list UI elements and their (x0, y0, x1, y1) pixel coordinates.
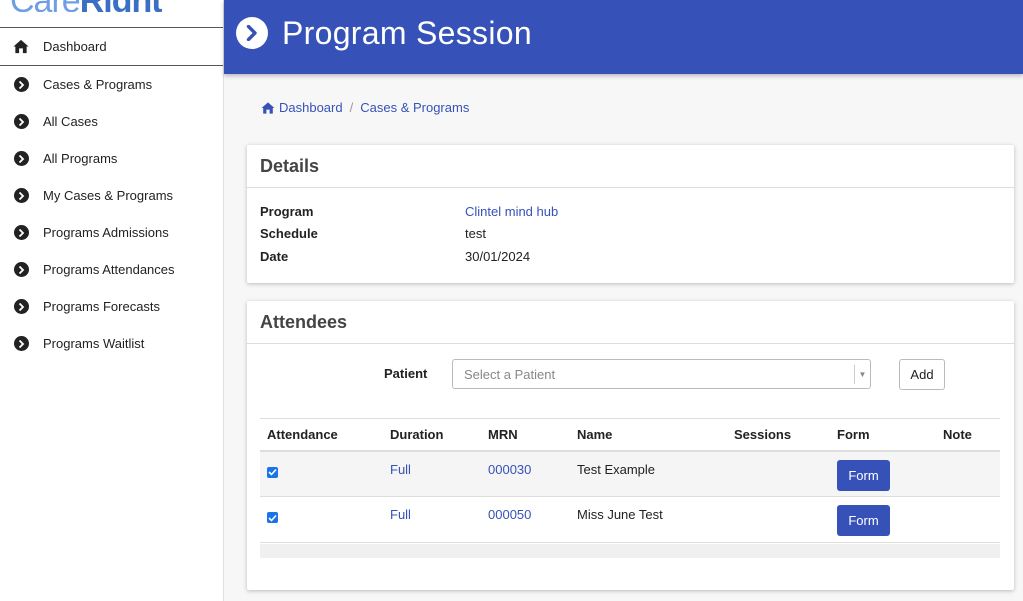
column-header: Form (830, 418, 936, 452)
patient-select-placeholder: Select a Patient (464, 366, 556, 382)
name-cell: Test Example (570, 450, 727, 497)
attendees-card: Attendees Patient Select a Patient ▼ Add… (247, 301, 1014, 590)
detail-row-date: Date 30/01/2024 (260, 249, 530, 264)
sidebar-item-label: Cases & Programs (43, 77, 153, 92)
sidebar-item-label: Programs Forecasts (43, 299, 161, 314)
home-icon (13, 39, 29, 55)
app-logo[interactable]: CareRight (10, 0, 162, 12)
sidebar: CareRight Dashboard Cases & Programs All… (0, 0, 224, 601)
form-button[interactable]: Form (837, 505, 890, 536)
attendance-checkbox[interactable] (267, 512, 278, 523)
sidebar-item-programs-admissions[interactable]: Programs Admissions (0, 214, 223, 251)
sidebar-item-all-cases[interactable]: All Cases (0, 103, 223, 140)
sidebar-item-label: Programs Admissions (43, 225, 169, 240)
column-header: Sessions (727, 418, 830, 452)
breadcrumb-cases-programs[interactable]: Cases & Programs (360, 100, 469, 115)
mrn-link[interactable]: 000050 (481, 496, 570, 543)
program-link[interactable]: Clintel mind hub (465, 204, 558, 219)
chevron-right-icon (13, 336, 29, 352)
attendees-table: Attendance Duration MRN Name Sessions Fo… (260, 418, 1000, 543)
name-cell: Miss June Test (570, 496, 727, 543)
table-header-row: Attendance Duration MRN Name Sessions Fo… (260, 418, 1000, 452)
table-footer (260, 544, 1000, 558)
column-header: Name (570, 418, 727, 452)
sidebar-item-label: All Cases (43, 114, 98, 129)
sidebar-item-label: All Programs (43, 151, 118, 166)
breadcrumb-separator: / (349, 100, 354, 115)
column-header: MRN (481, 418, 570, 452)
sidebar-item-programs-forecasts[interactable]: Programs Forecasts (0, 288, 223, 325)
attendance-cell (260, 450, 383, 497)
chevron-right-icon (13, 225, 29, 241)
detail-label: Program (260, 204, 314, 219)
table-row: Full 000030 Test Example Form (260, 450, 1000, 497)
sidebar-item-label: Programs Attendances (43, 262, 175, 277)
sessions-cell (727, 450, 830, 497)
detail-value: 30/01/2024 (465, 249, 531, 264)
attendance-checkbox[interactable] (267, 466, 278, 478)
chevron-right-icon (13, 188, 29, 204)
sidebar-item-programs-waitlist[interactable]: Programs Waitlist (0, 325, 223, 362)
table-row: Full 000050 Miss June Test Form (260, 496, 1000, 543)
attendees-title: Attendees (247, 301, 1014, 344)
chevron-right-icon (13, 77, 29, 93)
chevron-right-icon (13, 151, 29, 167)
duration-link[interactable]: Full (383, 496, 481, 543)
chevron-right-icon (13, 299, 29, 315)
note-cell (936, 450, 1000, 497)
page-header: Program Session (224, 0, 1023, 74)
mrn-link[interactable]: 000030 (481, 450, 570, 497)
attendance-cell (260, 496, 383, 543)
sessions-cell (727, 496, 830, 543)
details-card: Details Program Clintel mind hub Schedul… (247, 145, 1014, 283)
sidebar-nav: Dashboard Cases & Programs All Cases All… (0, 27, 223, 362)
sidebar-item-programs-attendances[interactable]: Programs Attendances (0, 251, 223, 288)
form-cell: Form (830, 450, 936, 497)
home-icon (261, 101, 275, 114)
form-cell: Form (830, 496, 936, 543)
breadcrumb: Dashboard / Cases & Programs (261, 100, 469, 115)
detail-row-schedule: Schedule test (260, 226, 486, 241)
column-header: Note (936, 418, 1000, 452)
detail-value: test (465, 226, 486, 241)
chevron-down-icon[interactable]: ▼ (854, 365, 870, 384)
note-cell (936, 496, 1000, 543)
detail-label: Schedule (260, 226, 318, 241)
add-button[interactable]: Add (899, 359, 945, 390)
page-title: Program Session (282, 15, 532, 51)
patient-label: Patient (384, 366, 428, 381)
sidebar-item-label: My Cases & Programs (43, 188, 174, 203)
sidebar-item-label: Dashboard (43, 39, 107, 54)
sidebar-item-cases-programs[interactable]: Cases & Programs (0, 66, 223, 103)
sidebar-item-dashboard[interactable]: Dashboard (0, 27, 223, 66)
duration-link[interactable]: Full (383, 450, 481, 497)
chevron-right-icon (13, 262, 29, 278)
column-header: Attendance (260, 418, 383, 452)
breadcrumb-dashboard[interactable]: Dashboard (261, 100, 343, 115)
sidebar-item-label: Programs Waitlist (43, 336, 145, 351)
chevron-right-icon (13, 114, 29, 130)
details-title: Details (247, 145, 1014, 188)
patient-select[interactable]: Select a Patient ▼ (452, 359, 871, 389)
detail-label: Date (260, 249, 289, 264)
form-button[interactable]: Form (837, 459, 890, 491)
sidebar-item-all-programs[interactable]: All Programs (0, 140, 223, 177)
chevron-right-circle-icon (236, 17, 268, 49)
sidebar-item-my-cases-programs[interactable]: My Cases & Programs (0, 177, 223, 214)
column-header: Duration (383, 418, 481, 452)
breadcrumb-label: Dashboard (279, 100, 343, 115)
detail-row-program: Program Clintel mind hub (260, 204, 558, 219)
